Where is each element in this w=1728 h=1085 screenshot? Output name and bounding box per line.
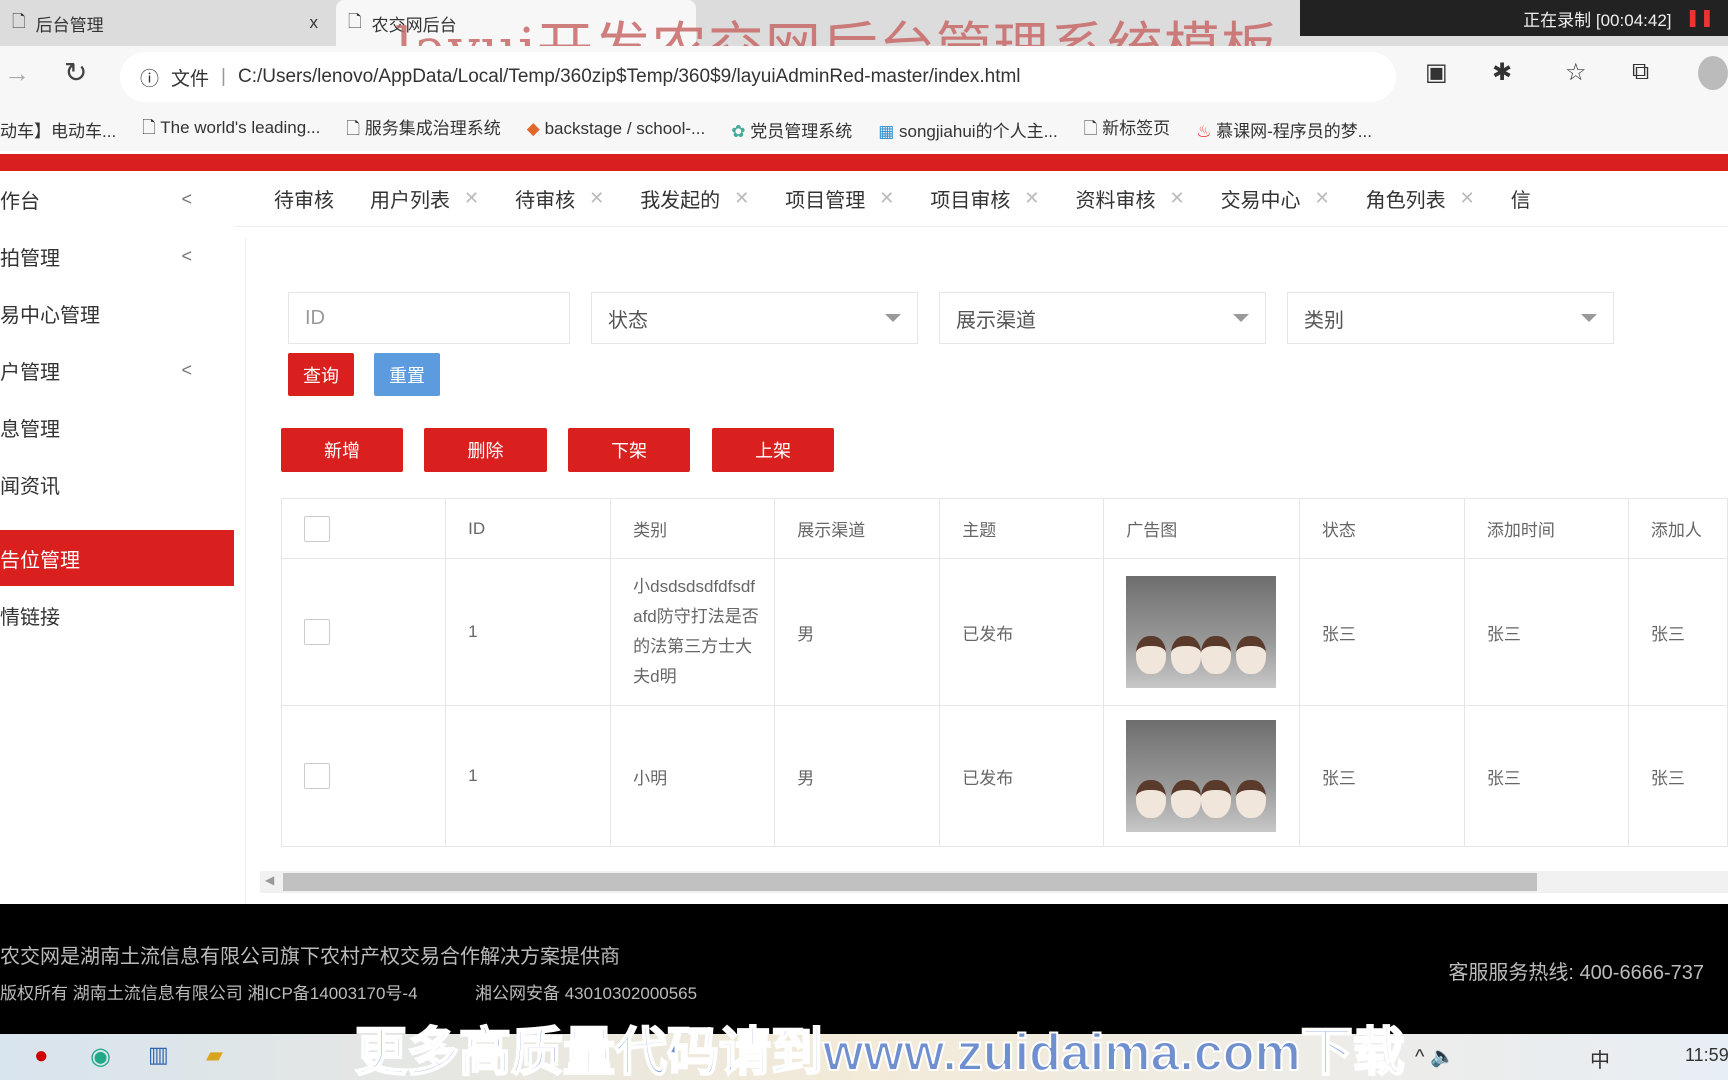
page-tab[interactable]: 角色列表 ✕ xyxy=(1366,184,1475,213)
sidebar-item-active[interactable]: 告位管理 xyxy=(0,530,234,586)
chevron-left-icon: < xyxy=(181,245,192,266)
bookmarks-bar: 动车】电动车... 🗋 The world's leading... 🗋 服务集… xyxy=(0,107,1728,151)
bookmark[interactable]: 动车】电动车... xyxy=(0,117,116,142)
info-icon: ⓘ xyxy=(140,68,160,90)
ads-table: ID 类别 展示渠道 主题 广告图 状态 添加时间 添加人 1 小dsdsdsd… xyxy=(280,498,1728,847)
page-tab[interactable]: 待审核 ✕ xyxy=(515,184,604,213)
address-bar[interactable]: ⓘ 文件 | C:/Users/lenovo/AppData/Local/Temp/3… xyxy=(120,52,1396,102)
scrollbar-thumb[interactable] xyxy=(283,873,1537,891)
tray-icons[interactable]: ^ 🔈 xyxy=(1415,1044,1455,1069)
close-icon: ✕ xyxy=(1169,188,1185,208)
status-select[interactable]: 状态 xyxy=(591,292,918,344)
watermark-download: 更多高质量代码请到www.zuidaima.com下载 xyxy=(354,1023,1406,1083)
table-row: 1 小dsdsdsdfdfsdfafd防守打法是否的法第三方士大夫d明 男 已发… xyxy=(280,558,1728,706)
ad-image xyxy=(1126,720,1277,832)
dropdown-arrow-icon xyxy=(885,314,901,322)
close-icon: ✕ xyxy=(1024,188,1040,208)
extension-icon[interactable]: ▣ xyxy=(1425,58,1448,87)
close-icon: ✕ xyxy=(1314,188,1330,208)
table-row: 1 小明 男 已发布 张三 张三 张三 xyxy=(280,705,1728,847)
ad-image xyxy=(1126,576,1277,688)
app-icon[interactable]: ▥ xyxy=(148,1042,169,1068)
row-checkbox[interactable] xyxy=(304,763,330,789)
chrome-icon[interactable]: ◉ xyxy=(90,1042,111,1071)
id-input[interactable]: ID xyxy=(288,292,570,344)
sidebar-item[interactable]: 易中心管理 xyxy=(0,285,234,341)
collections-icon[interactable]: ⧉ xyxy=(1632,58,1649,86)
page-tab[interactable]: 项目管理 ✕ xyxy=(785,184,894,213)
dropdown-arrow-icon xyxy=(1581,314,1597,322)
scroll-left-icon: ◀ xyxy=(265,873,275,887)
sidebar-item[interactable]: 息管理 xyxy=(0,399,234,455)
reload-icon[interactable]: ↻ xyxy=(64,56,87,89)
select-all-checkbox[interactable] xyxy=(304,515,330,542)
close-icon: ✕ xyxy=(1459,188,1475,208)
dropdown-arrow-icon xyxy=(1233,314,1249,322)
sidebar-item[interactable]: 情链接 xyxy=(0,587,234,643)
channel-select[interactable]: 展示渠道 xyxy=(939,292,1266,344)
page-icon: 🗋 xyxy=(348,11,362,31)
close-tab-icon[interactable]: x xyxy=(310,13,319,33)
app-header xyxy=(0,154,1728,171)
bookmark[interactable]: ♨ 慕课网-程序员的梦... xyxy=(1196,117,1372,142)
delete-button[interactable]: 删除 xyxy=(424,428,547,472)
query-button[interactable]: 查询 xyxy=(288,353,354,396)
chevron-left-icon: < xyxy=(181,188,192,209)
bookmark[interactable]: 🗋 服务集成治理系统 xyxy=(346,114,500,145)
close-icon: ✕ xyxy=(734,188,750,208)
row-checkbox[interactable] xyxy=(304,619,330,645)
bookmark[interactable]: 🗋 The world's leading... xyxy=(142,115,320,144)
add-button[interactable]: 新增 xyxy=(281,428,403,472)
sidebar-item[interactable]: 拍管理 < xyxy=(0,228,234,284)
forward-icon[interactable]: → xyxy=(4,58,30,89)
recording-indicator: 正在录制 [00:04:42] ❚❚ xyxy=(1300,0,1728,36)
favorites-icon[interactable]: ☆ xyxy=(1565,58,1587,87)
page-tab[interactable]: 资料审核 ✕ xyxy=(1075,184,1184,213)
page-tab[interactable]: 用户列表 ✕ xyxy=(370,184,479,213)
page-tab[interactable]: 项目审核 ✕ xyxy=(930,184,1039,213)
close-icon: ✕ xyxy=(464,188,480,208)
sidebar-item[interactable]: 户管理 < xyxy=(0,342,234,398)
category-select[interactable]: 类别 xyxy=(1287,292,1614,344)
reset-button[interactable]: 重置 xyxy=(374,353,440,396)
bookmark[interactable]: 🗋 新标签页 xyxy=(1084,114,1170,145)
page-tab[interactable]: 交易中心 ✕ xyxy=(1221,184,1330,213)
folder-icon[interactable]: ▰ xyxy=(206,1042,223,1068)
stop-icon[interactable]: ❚❚ xyxy=(1686,8,1715,28)
record-app-icon[interactable]: ● xyxy=(34,1042,49,1070)
chevron-left-icon: < xyxy=(181,359,192,380)
close-icon: ✕ xyxy=(879,188,895,208)
close-icon: ✕ xyxy=(589,188,605,208)
page-icon: 🗋 xyxy=(12,11,26,31)
sidebar: 作台 < 拍管理 < 易中心管理 户管理 < 息管理 闻资讯 告位管理 情链接 xyxy=(0,171,234,904)
sidebar-item[interactable]: 闻资讯 xyxy=(0,456,234,512)
online-button[interactable]: 上架 xyxy=(712,428,834,472)
bookmark[interactable]: ▦ songjiahui的个人主... xyxy=(878,117,1058,142)
page-tabs: 待审核 用户列表 ✕ 待审核 ✕ 我发起的 ✕ 项目管理 ✕ 项目审核 ✕ 资料审核 ✕ 交… xyxy=(234,171,1728,227)
page-tab[interactable]: 我发起的 ✕ xyxy=(640,184,749,213)
page-tab[interactable]: 信 xyxy=(1511,184,1531,213)
offline-button[interactable]: 下架 xyxy=(568,428,690,472)
avatar[interactable] xyxy=(1698,56,1728,90)
puzzle-icon[interactable]: ✱ xyxy=(1492,58,1512,87)
browser-tab[interactable]: 🗋 后台管理 x xyxy=(0,0,330,46)
sidebar-item[interactable]: 作台 < xyxy=(0,171,234,227)
bookmark[interactable]: ◆ backstage / school-... xyxy=(527,119,705,139)
divider: | xyxy=(221,66,226,87)
bookmark[interactable]: ✿ 党员管理系统 xyxy=(731,117,852,142)
page-tab[interactable]: 待审核 xyxy=(274,184,334,213)
table-header: ID 类别 展示渠道 主题 广告图 状态 添加时间 添加人 xyxy=(280,498,1728,559)
